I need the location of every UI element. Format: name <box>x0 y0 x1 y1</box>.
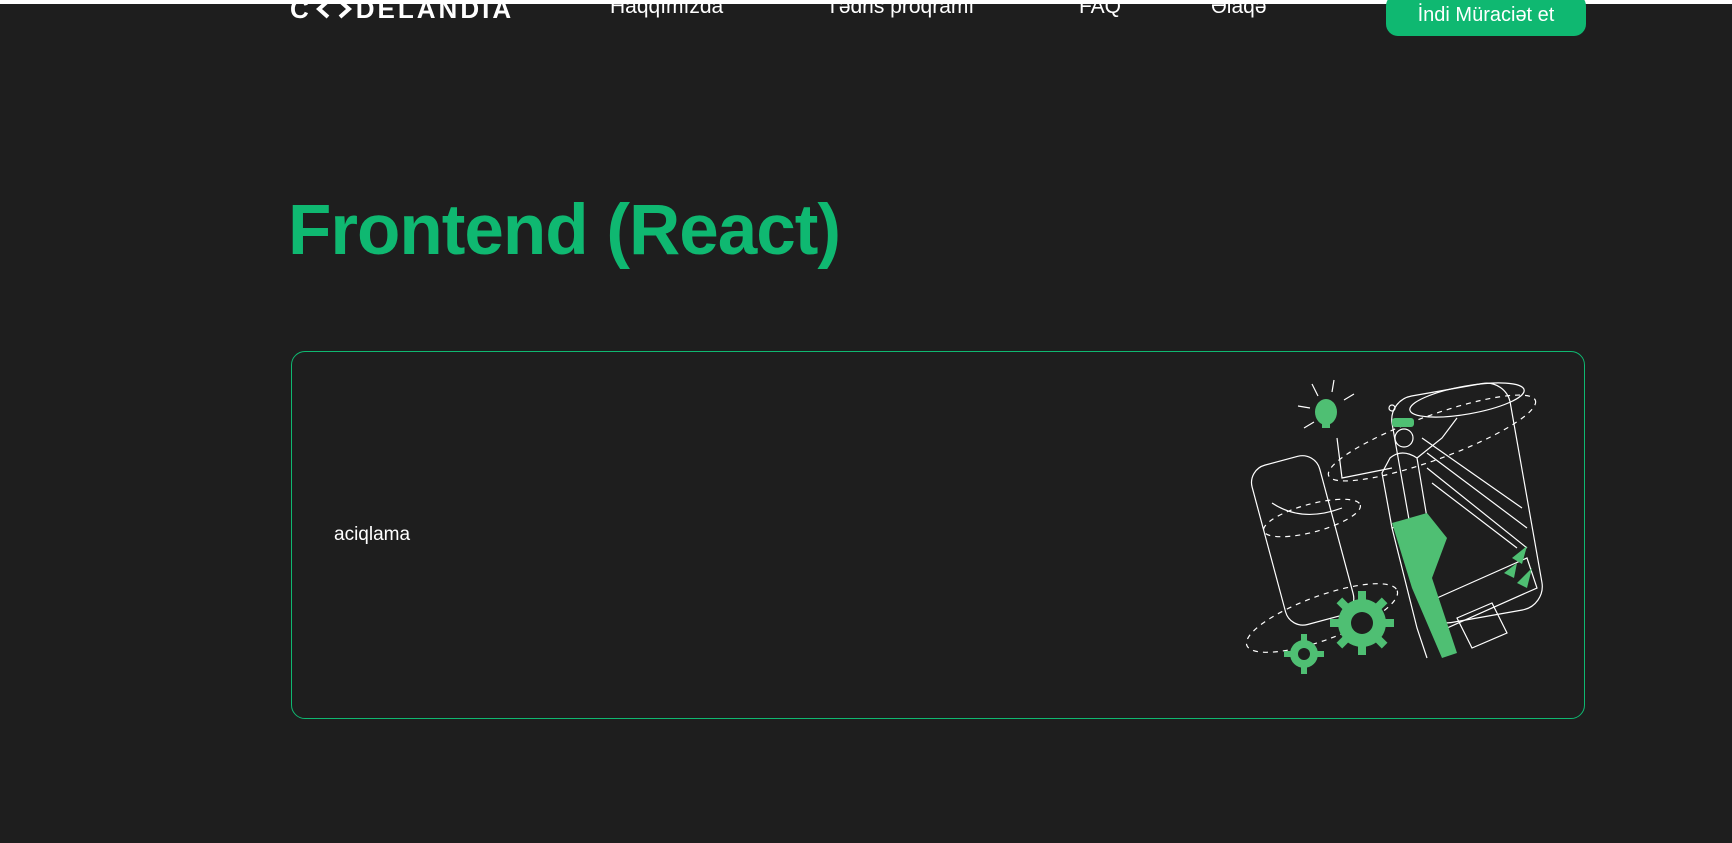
course-description: aciqlama <box>334 524 411 545</box>
nav-link-about[interactable]: Haqqımızda <box>610 0 723 19</box>
course-card: aciqlama <box>291 351 1585 719</box>
site-header: C DELANDIA Haqqımızda Tədris proqramı FA… <box>0 0 1732 40</box>
codelandia-logo[interactable]: C DELANDIA <box>290 0 514 24</box>
nav-link-curriculum[interactable]: Tədris proqramı <box>826 0 974 19</box>
code-brackets-icon <box>315 0 352 19</box>
page-title: Frontend (React) <box>288 191 841 270</box>
apply-now-button[interactable]: İndi Müraciət et <box>1386 0 1586 36</box>
nav-link-faq[interactable]: FAQ <box>1079 0 1121 19</box>
developer-illustration-icon <box>1245 379 1543 674</box>
nav-link-contact[interactable]: Əlaqə <box>1211 0 1267 19</box>
